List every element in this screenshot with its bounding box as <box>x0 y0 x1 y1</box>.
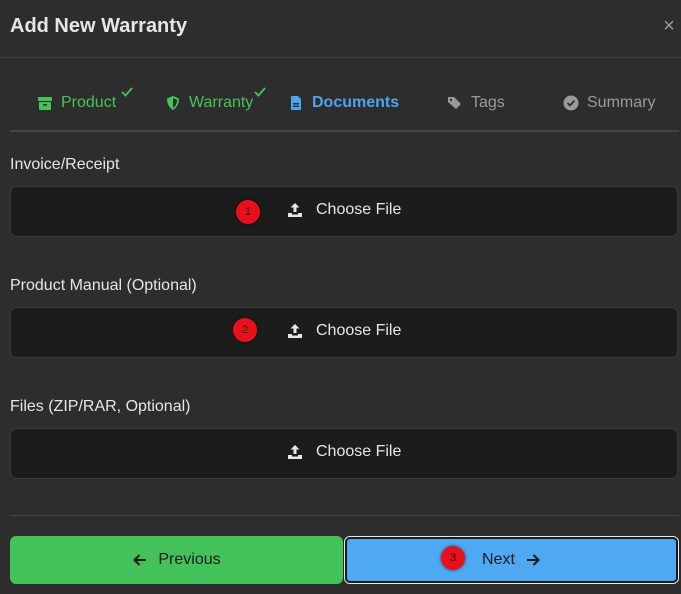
step-product-label: Product <box>61 94 117 111</box>
choose-file-button[interactable]: Choose File <box>287 201 401 219</box>
choose-file-button[interactable]: Choose File <box>287 443 401 461</box>
add-warranty-modal: Add New Warranty × Product Warranty Docu… <box>0 0 681 594</box>
choose-file-button[interactable]: Choose File <box>287 322 401 340</box>
product-manual-label: Product Manual (Optional) <box>10 277 197 294</box>
invoice-receipt-label: Invoice/Receipt <box>10 156 120 173</box>
close-icon[interactable]: × <box>660 13 678 39</box>
step-tags-label: Tags <box>471 94 505 111</box>
choose-file-label: Choose File <box>316 443 402 460</box>
check-circle-icon <box>563 95 579 111</box>
step-summary-label: Summary <box>587 94 656 111</box>
previous-button[interactable]: Previous <box>10 536 343 584</box>
upload-icon <box>288 445 302 459</box>
choose-file-label: Choose File <box>316 201 402 218</box>
step-indicator: Product Warranty Documents Tags Summary <box>10 80 679 132</box>
step-documents[interactable]: Documents <box>288 92 399 114</box>
product-manual-file-input[interactable]: Choose File <box>10 307 678 358</box>
choose-file-label: Choose File <box>316 322 402 339</box>
footer-divider <box>10 515 679 516</box>
shield-icon <box>167 96 179 110</box>
step-tags[interactable]: Tags <box>447 92 505 114</box>
step-documents-label: Documents <box>312 94 400 111</box>
upload-icon <box>288 324 302 338</box>
document-icon <box>291 96 301 110</box>
modal-header: Add New Warranty × <box>0 0 681 58</box>
step-product[interactable]: Product <box>37 87 133 114</box>
files-zip-rar-label: Files (ZIP/RAR, Optional) <box>10 398 191 415</box>
arrow-left-icon <box>133 554 147 566</box>
checkmark-icon <box>121 87 133 97</box>
step-summary[interactable]: Summary <box>563 92 655 114</box>
previous-label: Previous <box>158 551 221 568</box>
annotation-badge-1: 1 <box>236 200 260 224</box>
box-icon <box>38 97 52 110</box>
step-warranty[interactable]: Warranty <box>165 87 266 114</box>
annotation-badge-3: 3 <box>441 546 465 570</box>
checkmark-icon <box>254 87 266 97</box>
files-zip-rar-file-input[interactable]: Choose File <box>10 428 678 479</box>
next-button[interactable]: Next <box>344 536 679 584</box>
modal-title: Add New Warranty <box>10 15 188 37</box>
arrow-right-icon <box>526 554 540 566</box>
upload-icon <box>288 203 302 217</box>
step-warranty-label: Warranty <box>189 94 254 111</box>
annotation-badge-2: 2 <box>233 318 257 342</box>
invoice-receipt-file-input[interactable]: Choose File <box>10 186 678 237</box>
next-label: Next <box>482 551 515 568</box>
tags-icon <box>448 97 461 109</box>
